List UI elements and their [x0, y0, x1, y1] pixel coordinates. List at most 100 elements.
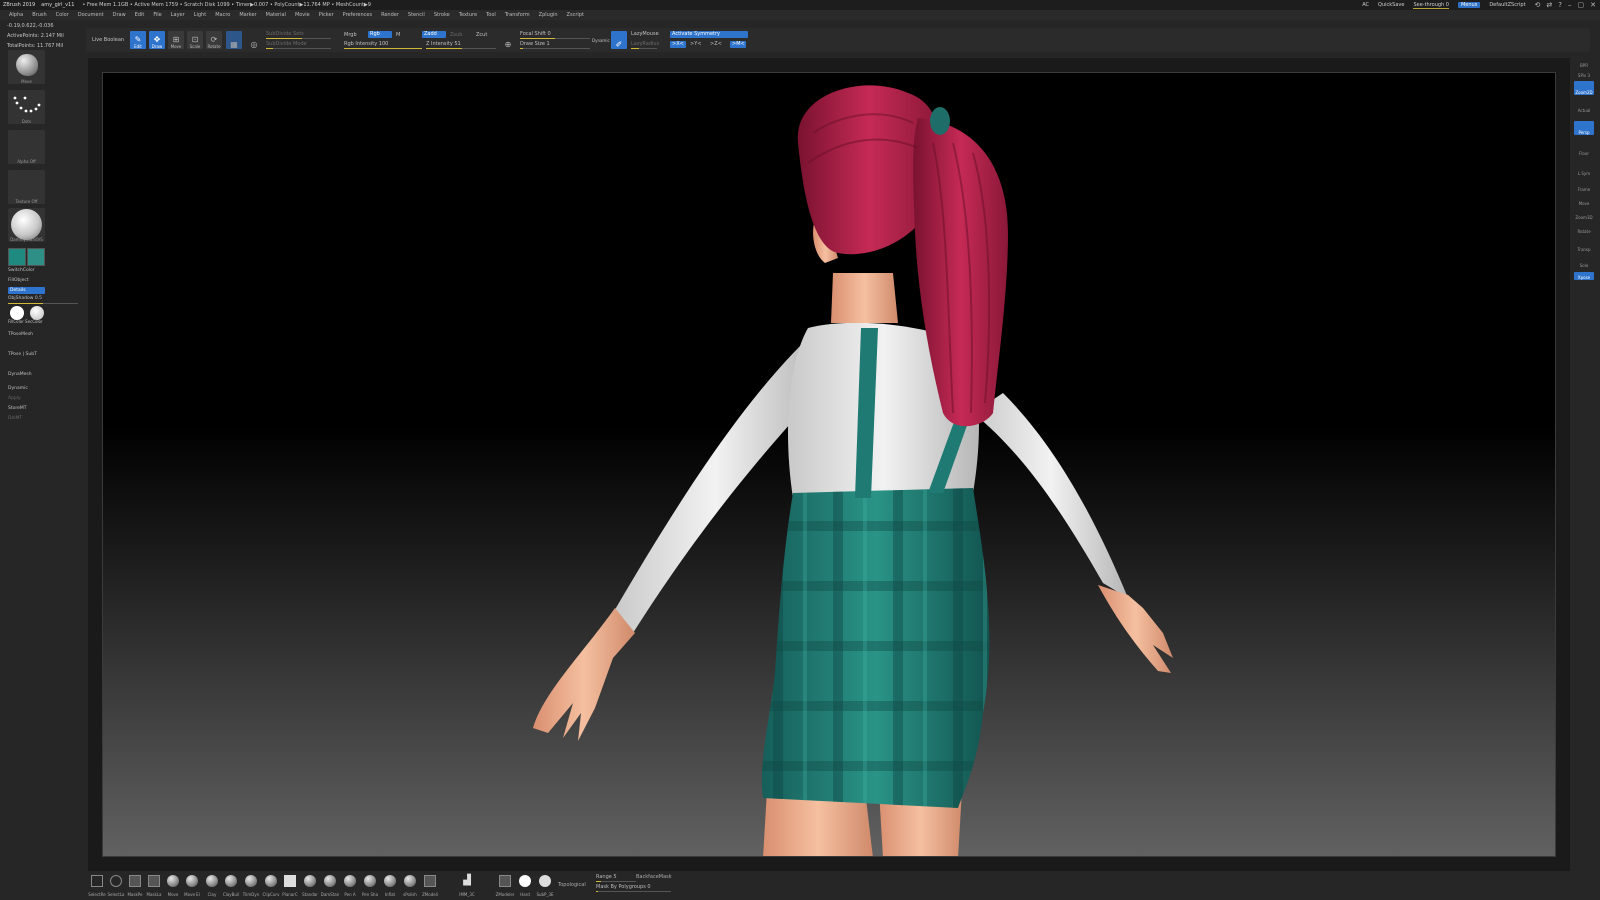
mask-by-polygroups-slider[interactable]	[596, 891, 671, 892]
zoom2d-button[interactable]: Zoom2D	[1574, 81, 1594, 95]
brush-pen-shadow[interactable]: Pen Sha	[361, 875, 379, 897]
brush-select-rect[interactable]: SelectRe	[88, 875, 106, 897]
dynamic-toggle[interactable]: Dynamic	[8, 386, 28, 393]
menu-picker[interactable]: Picker	[319, 12, 334, 18]
rotate-view-button[interactable]: Rotate	[1574, 220, 1594, 234]
brush-hard[interactable]: Hard	[516, 875, 534, 897]
symmetry-m-button[interactable]: >M<	[730, 41, 746, 48]
dynamesh-button[interactable]: DynaMesh	[8, 372, 32, 379]
symmetry-x-button[interactable]: >X<	[670, 41, 686, 48]
minimize-icon[interactable]: –	[1568, 1, 1572, 9]
menu-marker[interactable]: Marker	[239, 12, 256, 18]
menu-material[interactable]: Material	[266, 12, 286, 18]
brush-settings-button[interactable]: ⊕	[500, 31, 516, 49]
backface-mask-button[interactable]: BackfaceMask	[636, 874, 672, 880]
obj-shadow-slider[interactable]: ObjShadow 0.5	[8, 296, 42, 303]
menu-render[interactable]: Render	[381, 12, 399, 18]
zsub-button[interactable]: Zsub	[450, 32, 462, 38]
fill-object-button[interactable]: FillObject	[8, 278, 29, 285]
activate-symmetry-button[interactable]: Activate Symmetry	[670, 31, 748, 38]
menu-alpha[interactable]: Alpha	[9, 12, 23, 18]
menu-file[interactable]: File	[153, 12, 161, 18]
menu-stroke[interactable]: Stroke	[434, 12, 450, 18]
brush-picker[interactable]: Move	[8, 50, 45, 84]
brush-mask-pen[interactable]: MaskPe	[126, 875, 144, 897]
zcut-button[interactable]: Zcut	[476, 32, 487, 38]
menu-preferences[interactable]: Preferences	[343, 12, 372, 18]
zoom3d-button[interactable]: Zoom3D	[1574, 206, 1594, 220]
stroke-picker[interactable]: Dots	[8, 90, 45, 124]
texture-picker[interactable]: Texture Off	[8, 170, 45, 204]
brush-zmodeler[interactable]: ZModeli	[421, 875, 439, 897]
main-color-swatch[interactable]	[8, 248, 26, 266]
lazymouse-button[interactable]: ✐	[611, 31, 627, 49]
brush-select-lasso[interactable]: SelectLa	[107, 875, 125, 897]
lsym-button[interactable]: L.Sym	[1574, 162, 1594, 176]
m-button[interactable]: M	[396, 32, 400, 38]
menu-texture[interactable]: Texture	[459, 12, 477, 18]
menu-tool[interactable]: Tool	[486, 12, 496, 18]
ac-label[interactable]: AC	[1362, 2, 1369, 8]
brush-spolish[interactable]: sPolish	[401, 875, 419, 897]
subdivide-sets-slider[interactable]	[266, 38, 331, 39]
rgb-intensity-slider[interactable]	[344, 48, 422, 49]
brush-inflate[interactable]: Inflat	[381, 875, 399, 897]
draw-button[interactable]: ✥ Draw	[149, 31, 165, 49]
brush-dam-standard[interactable]: DamStan	[321, 875, 339, 897]
brush-move[interactable]: Move	[164, 875, 182, 897]
brush-imm-3c[interactable]: ▟ IMM_3C	[458, 875, 476, 897]
brush-pen-a[interactable]: Pen A	[341, 875, 359, 897]
menu-stencil[interactable]: Stencil	[408, 12, 425, 18]
move-button[interactable]: ⊞ Move	[168, 31, 184, 49]
menu-edit[interactable]: Edit	[135, 12, 145, 18]
brush-clay[interactable]: Clay	[203, 875, 221, 897]
menu-transform[interactable]: Transform	[505, 12, 530, 18]
switch-color-button[interactable]: SwitchColor	[8, 268, 35, 275]
brush-move-elastic[interactable]: Move El	[183, 875, 201, 897]
focal-shift-slider[interactable]	[520, 38, 590, 39]
symmetry-y-button[interactable]: >Y<	[690, 41, 701, 47]
lazyradius-slider[interactable]	[631, 48, 657, 49]
close-icon[interactable]: ✕	[1590, 1, 1596, 9]
actual-button[interactable]: Actual	[1574, 99, 1594, 113]
brush-mask-lasso[interactable]: MaskLa	[145, 875, 163, 897]
obj-shadow-track[interactable]	[8, 303, 78, 304]
sec-color-swatch[interactable]	[30, 306, 44, 320]
polyframe-button[interactable]: ▦	[226, 31, 242, 49]
xpose-button[interactable]: Xpose	[1574, 272, 1594, 280]
subdivide-mode-slider[interactable]	[266, 48, 331, 49]
scale-button[interactable]: ⊡ Scale	[187, 31, 203, 49]
symmetry-z-button[interactable]: >Z<	[710, 41, 722, 47]
3d-viewport[interactable]	[102, 72, 1556, 857]
store-mt-button[interactable]: StoreMT	[8, 406, 27, 413]
spix-slider[interactable]: SPix 3	[1574, 70, 1594, 78]
alpha-picker[interactable]: Alpha Off	[8, 130, 45, 164]
menu-macro[interactable]: Macro	[215, 12, 230, 18]
material-picker[interactable]: DammyStandVS	[8, 208, 45, 242]
menu-document[interactable]: Document	[78, 12, 104, 18]
brush-clip-curve[interactable]: ClipCurv	[262, 875, 280, 897]
live-boolean-button[interactable]: Live Boolean	[92, 37, 124, 43]
range-slider[interactable]	[596, 881, 636, 882]
menu-light[interactable]: Light	[194, 12, 206, 18]
menu-movie[interactable]: Movie	[295, 12, 310, 18]
gizmo-button[interactable]: ◎	[246, 31, 262, 49]
menus-toggle[interactable]: Menus	[1457, 2, 1481, 8]
bpr-button[interactable]: BPR	[1574, 54, 1594, 68]
brush-trim-dynamic[interactable]: TrimDyn	[242, 875, 260, 897]
rgb-button[interactable]: Rgb	[368, 31, 392, 38]
edit-button[interactable]: ✎ Edit	[130, 31, 146, 49]
z-intensity-slider[interactable]	[426, 48, 496, 49]
zadd-button[interactable]: Zadd	[422, 31, 446, 38]
transp-button[interactable]: Transp	[1574, 238, 1594, 252]
secondary-color-swatch[interactable]	[27, 248, 45, 266]
del-mt-button[interactable]: DelMT	[8, 416, 22, 423]
brush-standard[interactable]: Standar	[301, 875, 319, 897]
menu-brush[interactable]: Brush	[32, 12, 46, 18]
layout-icon[interactable]: ⟲	[1535, 1, 1541, 9]
help-icon[interactable]: ?	[1558, 1, 1562, 9]
brush-clay-buildup[interactable]: ClayBuil	[222, 875, 240, 897]
menu-zplugin[interactable]: Zplugin	[539, 12, 558, 18]
default-script-button[interactable]: DefaultZScript	[1489, 2, 1525, 8]
maximize-icon[interactable]: ▢	[1578, 1, 1585, 9]
